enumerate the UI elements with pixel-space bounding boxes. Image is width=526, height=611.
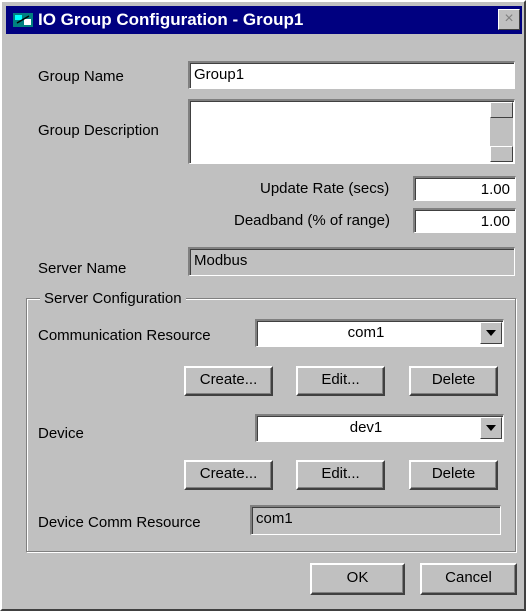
- deadband-value: 1.00: [480, 213, 510, 230]
- description-scrollbar[interactable]: [490, 102, 513, 162]
- group-description-textarea[interactable]: [188, 99, 515, 164]
- ok-button[interactable]: OK: [310, 563, 405, 595]
- comm-resource-dropdown-button[interactable]: [480, 322, 502, 344]
- device-comm-resource-label: Device Comm Resource: [38, 514, 201, 531]
- deadband-input[interactable]: 1.00: [413, 208, 516, 233]
- device-edit-button[interactable]: Edit...: [296, 460, 385, 490]
- server-configuration-legend: Server Configuration: [40, 290, 186, 307]
- scroll-up-button[interactable]: [490, 102, 513, 118]
- comm-delete-button[interactable]: Delete: [409, 366, 498, 396]
- device-comm-resource-field: com1: [250, 505, 501, 535]
- server-name-value: Modbus: [194, 252, 248, 269]
- deadband-label: Deadband (% of range): [234, 212, 390, 229]
- update-rate-input[interactable]: 1.00: [413, 176, 516, 201]
- group-name-label: Group Name: [38, 68, 124, 85]
- comm-resource-value: com1: [347, 324, 385, 341]
- comm-edit-button[interactable]: Edit...: [296, 366, 385, 396]
- comm-create-button[interactable]: Create...: [184, 366, 273, 396]
- dialog-window: IO Group Configuration - Group1 × Group …: [0, 0, 526, 611]
- window-title: IO Group Configuration - Group1: [38, 10, 304, 29]
- comm-resource-select[interactable]: com1: [255, 319, 504, 347]
- app-icon: [13, 13, 33, 27]
- device-dropdown-button[interactable]: [480, 417, 502, 439]
- device-value: dev1: [349, 419, 383, 436]
- group-name-input[interactable]: Group1: [188, 61, 515, 89]
- update-rate-value: 1.00: [480, 181, 510, 198]
- close-button[interactable]: ×: [498, 9, 520, 30]
- device-select[interactable]: dev1: [255, 414, 504, 442]
- server-name-label: Server Name: [38, 260, 127, 277]
- update-rate-label: Update Rate (secs): [260, 180, 390, 197]
- group-description-label: Group Description: [38, 122, 159, 139]
- device-comm-resource-value: com1: [256, 510, 293, 527]
- cancel-button[interactable]: Cancel: [420, 563, 517, 595]
- device-delete-button[interactable]: Delete: [409, 460, 498, 490]
- comm-resource-label: Communication Resource: [38, 327, 211, 344]
- device-create-button[interactable]: Create...: [184, 460, 273, 490]
- chevron-down-icon: [486, 425, 496, 431]
- chevron-down-icon: [486, 330, 496, 336]
- scroll-down-button[interactable]: [490, 146, 513, 162]
- group-name-value: Group1: [194, 66, 245, 83]
- device-label: Device: [38, 425, 84, 442]
- server-name-field: Modbus: [188, 247, 515, 276]
- title-bar[interactable]: IO Group Configuration - Group1 ×: [6, 6, 522, 34]
